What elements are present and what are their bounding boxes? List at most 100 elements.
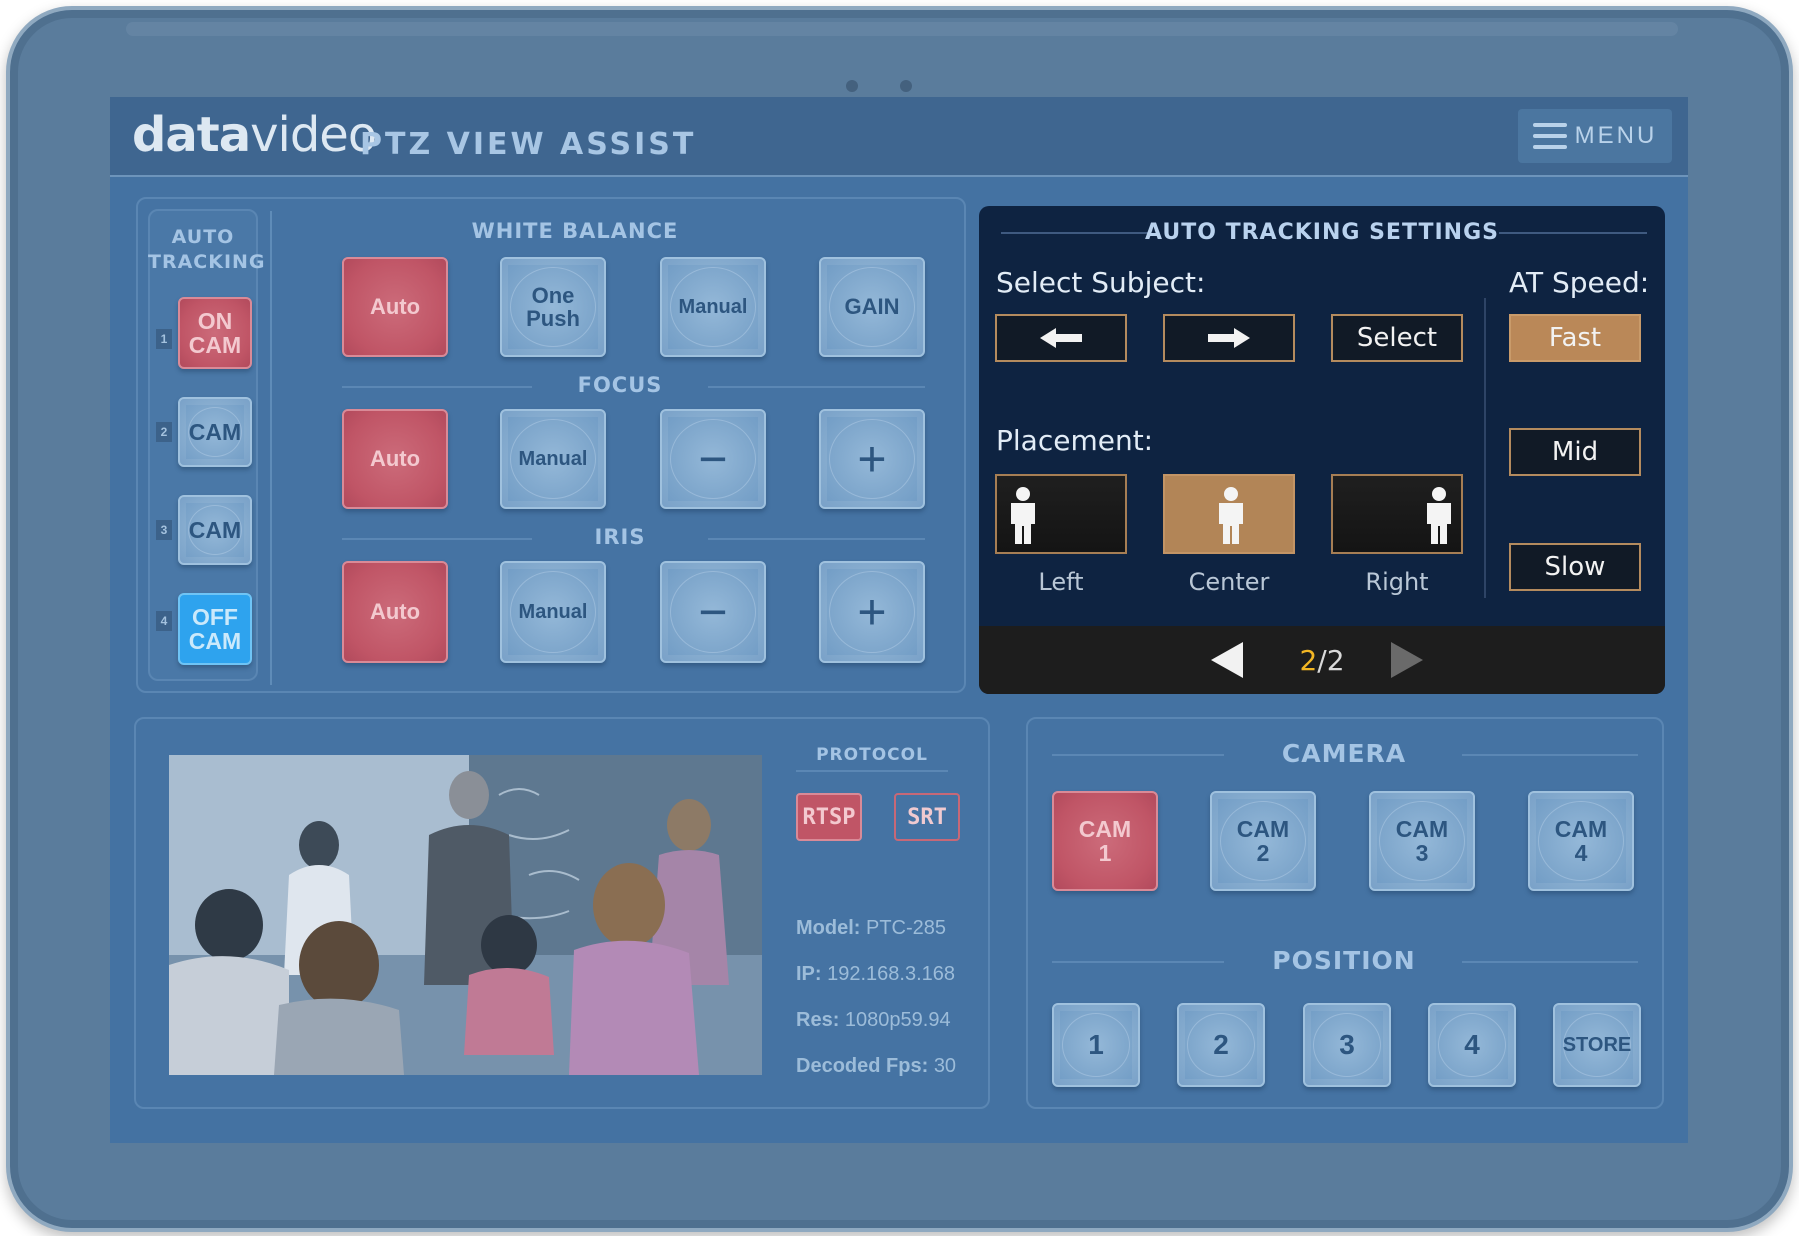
position-4-button[interactable]: 4	[1428, 1003, 1516, 1087]
position-1-button[interactable]: 1	[1052, 1003, 1140, 1087]
protocol-rtsp-button[interactable]: RTSP	[796, 793, 862, 841]
placement-left-button[interactable]	[995, 474, 1127, 554]
camera-select-1[interactable]: CAM 1	[1052, 791, 1158, 891]
info-res-key: Res:	[796, 1009, 840, 1031]
camera-2-line2: 2	[1256, 840, 1270, 866]
info-ip-value: 192.168.3.168	[827, 963, 956, 985]
position-4-label: 4	[1464, 1029, 1480, 1061]
menu-label: MENU	[1574, 122, 1658, 149]
position-rule-right	[1462, 961, 1638, 963]
info-res: Res: 1080p59.94	[796, 1009, 951, 1032]
focus-rule-right	[708, 386, 925, 388]
position-3-button[interactable]: 3	[1303, 1003, 1391, 1087]
cam-4-line2: CAM	[188, 628, 242, 654]
page-next-icon[interactable]	[1387, 640, 1427, 680]
cam-number-2: 2	[156, 422, 172, 442]
page-total: /2	[1317, 644, 1345, 677]
subject-prev-button[interactable]	[995, 314, 1127, 362]
page-current: 2	[1299, 644, 1318, 677]
iris-manual-button[interactable]: Manual	[500, 561, 606, 663]
cam-4-line1: OFF	[191, 603, 238, 630]
srt-label: SRT	[907, 804, 947, 830]
iris-minus-button[interactable]: −	[660, 561, 766, 663]
focus-minus-button[interactable]: −	[660, 409, 766, 509]
auto-tracking-cam-2[interactable]: CAM	[178, 397, 252, 467]
cam-number-1: 1	[156, 329, 172, 349]
info-fps: Decoded Fps: 30	[796, 1055, 956, 1078]
camera-select-4[interactable]: CAM 4	[1528, 791, 1634, 891]
wb-gain-button[interactable]: GAIN	[819, 257, 925, 357]
wb-one-push-line1: One	[531, 282, 575, 308]
position-2-label: 2	[1213, 1029, 1229, 1061]
info-model: Model: PTC-285	[796, 917, 946, 940]
wb-gain-label: GAIN	[844, 294, 900, 320]
focus-rule-left	[342, 386, 532, 388]
protocol-label: PROTOCOL	[816, 745, 928, 765]
at-pager-bar: 2/2	[979, 626, 1665, 694]
iris-auto-button[interactable]: Auto	[342, 561, 448, 663]
select-subject-label: Select Subject:	[996, 266, 1206, 299]
focus-manual-label: Manual	[518, 447, 588, 470]
info-model-key: Model:	[796, 917, 861, 939]
app-screen: datavideo PTZ VIEW ASSIST MENU AUTO TRAC…	[110, 97, 1688, 1143]
subject-next-button[interactable]	[1163, 314, 1295, 362]
app-title: PTZ VIEW ASSIST	[360, 127, 697, 162]
info-fps-value: 30	[933, 1055, 957, 1077]
subject-select-button[interactable]: Select	[1331, 314, 1463, 362]
white-balance-label: WHITE BALANCE	[471, 219, 679, 243]
auto-tracking-cam-3[interactable]: CAM	[178, 495, 252, 565]
cam-2-label: CAM	[188, 418, 242, 445]
at-settings-title: AUTO TRACKING SETTINGS	[1145, 220, 1499, 245]
auto-tracking-settings-panel: AUTO TRACKING SETTINGS Select Subject: A…	[979, 206, 1665, 694]
person-icon	[1427, 487, 1451, 544]
iris-label: IRIS	[594, 525, 646, 549]
speed-mid-button[interactable]: Mid	[1509, 428, 1641, 476]
auto-tracking-cam-4[interactable]: OFF CAM	[178, 593, 252, 665]
placement-center-button[interactable]	[1163, 474, 1295, 554]
info-res-value: 1080p59.94	[844, 1009, 951, 1031]
protocol-srt-button[interactable]: SRT	[894, 793, 960, 841]
focus-plus-icon: +	[857, 430, 887, 487]
position-2-button[interactable]: 2	[1177, 1003, 1265, 1087]
speed-slow-button[interactable]: Slow	[1509, 543, 1641, 591]
iris-manual-label: Manual	[518, 600, 588, 623]
wb-auto-button[interactable]: Auto	[342, 257, 448, 357]
rtsp-label: RTSP	[802, 804, 856, 830]
top-bar: datavideo PTZ VIEW ASSIST MENU	[110, 97, 1688, 177]
iris-rule-right	[708, 538, 925, 540]
person-icon	[1011, 487, 1035, 544]
cam-number-3: 3	[156, 520, 172, 540]
info-ip: IP: 192.168.3.168	[796, 963, 955, 986]
camera-1-line1: CAM	[1078, 815, 1132, 842]
focus-minus-icon: −	[698, 430, 728, 487]
wb-manual-button[interactable]: Manual	[660, 257, 766, 357]
focus-label: FOCUS	[577, 373, 663, 397]
position-rule-left	[1052, 961, 1224, 963]
menu-button[interactable]: MENU	[1518, 109, 1672, 163]
iris-minus-icon: −	[698, 583, 728, 640]
focus-manual-button[interactable]: Manual	[500, 409, 606, 509]
cam-1-line2: CAM	[188, 332, 242, 358]
speed-fast-button[interactable]: Fast	[1509, 314, 1641, 362]
logo-bold-part: data	[132, 107, 251, 163]
position-1-label: 1	[1088, 1029, 1104, 1061]
camera-3-line2: 3	[1415, 840, 1429, 866]
iris-plus-button[interactable]: +	[819, 561, 925, 663]
camera-select-2[interactable]: CAM 2	[1210, 791, 1316, 891]
focus-auto-button[interactable]: Auto	[342, 409, 448, 509]
camera-4-line1: CAM	[1554, 815, 1608, 842]
arrow-left-icon	[1040, 328, 1082, 348]
camera-2-line1: CAM	[1236, 815, 1290, 842]
auto-tracking-title: AUTO TRACKING	[148, 225, 265, 275]
placement-right-button[interactable]	[1331, 474, 1463, 554]
tablet-top-edge	[126, 22, 1678, 36]
wb-one-push-button[interactable]: One Push	[500, 257, 606, 357]
position-store-button[interactable]: STORE	[1553, 1003, 1641, 1087]
auto-tracking-cam-1[interactable]: ON CAM	[178, 297, 252, 369]
hamburger-icon	[1532, 123, 1567, 149]
video-preview[interactable]	[169, 755, 762, 1075]
focus-auto-label: Auto	[369, 446, 421, 472]
focus-plus-button[interactable]: +	[819, 409, 925, 509]
at-speed-label: AT Speed:	[1509, 266, 1650, 299]
camera-select-3[interactable]: CAM 3	[1369, 791, 1475, 891]
